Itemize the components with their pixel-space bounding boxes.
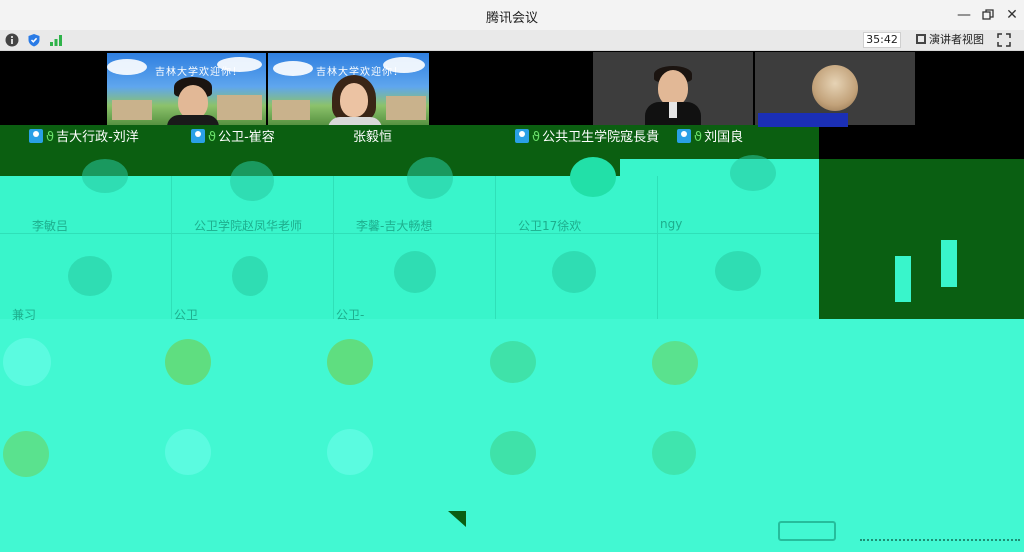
- ghost-name: 兼习: [12, 308, 37, 322]
- ghost-avatar: [652, 341, 698, 385]
- person-face: [178, 85, 208, 119]
- video-tile[interactable]: 吉林大学欢迎你！: [107, 53, 266, 128]
- person-face: [340, 83, 368, 117]
- user-icon: [29, 129, 43, 143]
- ghost-avatar: [570, 157, 616, 197]
- speaker-view-button[interactable]: 演讲者视图: [916, 32, 984, 48]
- ghost-avatar: [165, 339, 211, 385]
- participant-name: ϑ 公共卫生学院寇長貴: [515, 126, 659, 145]
- ghost-avatar: [232, 256, 268, 296]
- ghost-avatar: [407, 157, 453, 199]
- avatar: [812, 65, 858, 111]
- ghost-avatar: [82, 159, 128, 193]
- ghost-avatar: [490, 341, 536, 383]
- glitch-block: [758, 113, 848, 127]
- ghost-name: ngy: [660, 217, 683, 231]
- minimize-icon[interactable]: —: [954, 5, 974, 25]
- cloud: [107, 59, 147, 75]
- close-icon[interactable]: ✕: [1002, 5, 1022, 25]
- info-icon[interactable]: [5, 33, 19, 47]
- ghost-avatar: [230, 161, 274, 201]
- ghost-avatar: [394, 251, 436, 293]
- grid-line: [657, 176, 658, 319]
- ghost-avatar: [3, 431, 49, 477]
- ghost-avatar: [327, 339, 373, 385]
- ghost-name: 公卫: [174, 308, 199, 322]
- participant-name: ϑ 公卫-崔容: [191, 126, 275, 145]
- ghost-name: 公卫-: [336, 308, 365, 322]
- glitch-bar: [895, 256, 911, 302]
- mic-icon: ϑ: [532, 130, 541, 145]
- glitch-region: [819, 159, 1024, 319]
- mic-icon: ϑ: [46, 130, 55, 145]
- ghost-avatar: [552, 251, 596, 293]
- glitch-bar: [941, 240, 957, 287]
- ghost-avatar: [165, 429, 211, 475]
- stage-gap: [819, 125, 1024, 133]
- cloud: [273, 61, 313, 76]
- title-bar: 腾讯会议 — ✕: [0, 0, 1024, 30]
- ghost-avatar: [490, 431, 536, 475]
- ghost-avatar: [3, 338, 51, 386]
- meeting-timer: 35:42: [863, 32, 901, 48]
- building: [386, 96, 426, 120]
- campus-banner: 吉林大学欢迎你！: [155, 67, 243, 78]
- ghost-avatar: [715, 251, 761, 291]
- ghost-name: 李敏吕: [32, 219, 69, 233]
- ghost-avatar: [730, 155, 776, 191]
- participant-name: ϑ 吉大行政-刘洋: [29, 126, 139, 145]
- grid-line: [333, 176, 334, 319]
- grid-line: [171, 176, 172, 319]
- layout-icon: [916, 34, 926, 44]
- grid-line: [495, 176, 496, 319]
- building: [112, 100, 152, 120]
- mic-icon: ϑ: [208, 130, 217, 145]
- mic-icon: ϑ: [694, 130, 703, 145]
- glitch-region: [0, 176, 819, 320]
- participant-name: 张毅恒: [353, 130, 393, 145]
- participant-name: ϑ 刘国良: [677, 126, 743, 145]
- user-icon: [191, 129, 205, 143]
- glitch-dots: [860, 538, 1020, 541]
- glitch-region: [620, 159, 819, 179]
- ghost-avatar: [68, 256, 112, 296]
- building: [217, 95, 262, 120]
- shirt: [669, 102, 677, 118]
- fullscreen-icon[interactable]: [996, 32, 1012, 48]
- shield-icon[interactable]: [27, 33, 41, 47]
- restore-icon[interactable]: [978, 5, 998, 25]
- ghost-name: 李馨-吉大畅想: [356, 219, 433, 233]
- video-tile[interactable]: 吉林大学欢迎你！: [268, 53, 429, 128]
- video-stage: 吉林大学欢迎你！ 吉林大学欢迎你！ ϑ 吉大行政-刘洋 ϑ 公卫-崔容 张毅恒 ϑ公…: [0, 51, 1024, 552]
- user-icon: [515, 129, 529, 143]
- ghost-avatar: [652, 431, 696, 475]
- person-face: [658, 70, 688, 106]
- ghost-name: 公卫17徐欢: [518, 219, 582, 233]
- speaker-view-label: 演讲者视图: [929, 33, 984, 46]
- video-tile[interactable]: [593, 52, 753, 127]
- window-title: 腾讯会议: [485, 11, 538, 26]
- building: [272, 100, 310, 120]
- meeting-toolbar: 35:42 演讲者视图: [0, 30, 1024, 51]
- ghost-avatar: [327, 429, 373, 475]
- ghost-name: 公卫学院赵凤华老师: [194, 219, 303, 233]
- user-icon: [677, 129, 691, 143]
- signal-icon[interactable]: [49, 33, 63, 47]
- glitch-box: [778, 521, 836, 541]
